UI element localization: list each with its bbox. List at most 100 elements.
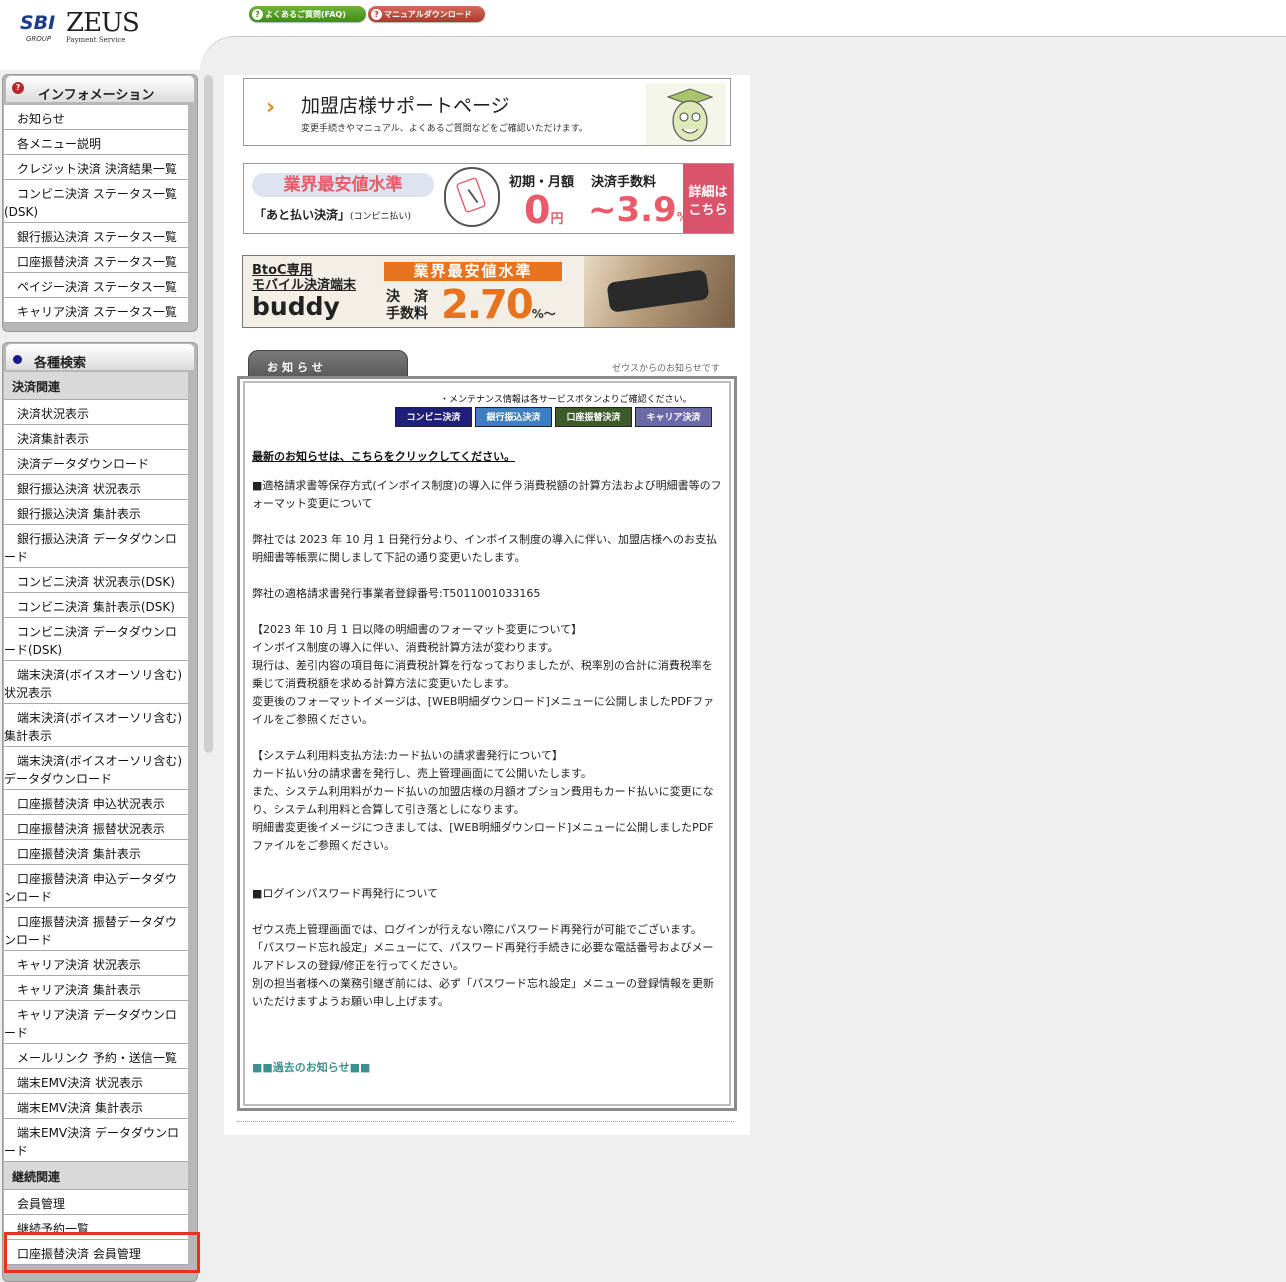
divider (237, 1121, 734, 1122)
header-band (200, 36, 1286, 71)
menu-item-member-management[interactable]: 会員管理 (4, 1190, 188, 1215)
menu-item-search[interactable]: メールリンク 予約・送信一覧 (4, 1044, 188, 1069)
menu-item-search[interactable]: 端末決済(ボイスオーソリ含む)状況表示 (4, 661, 188, 704)
b3-value: 2.70 (441, 282, 534, 328)
chevron-right-icon: › (266, 95, 276, 120)
menu-item-payeasy-status[interactable]: ペイジー決済 ステータス一覧 (4, 273, 188, 298)
b3-unit: %～ (531, 307, 556, 321)
b2-label-fee: 決済手数料 (591, 175, 657, 190)
info-panel-header: ? インフォメーション (6, 76, 194, 103)
tab-news: お知らせ (248, 350, 408, 378)
sidebar-scrollbar[interactable] (204, 75, 213, 753)
section-payment: 決済関連 (4, 372, 188, 400)
menu-item-search[interactable]: 端末決済(ボイスオーソリ含む)データダウンロード (4, 747, 188, 790)
b2-value-initial: 0円 (524, 188, 563, 232)
past-news-link[interactable]: ■■過去のお知らせ■■ (252, 1059, 370, 1075)
support-banner-title: 加盟店様サポートページ (301, 95, 510, 117)
notice-paragraph: ■ログインパスワード再発行について (252, 887, 439, 900)
account-transfer-service-button[interactable]: 口座振替決済 (555, 407, 632, 427)
terminal-photo (584, 256, 734, 327)
menu-item-search[interactable]: 銀行振込決済 データダウンロード (4, 525, 188, 568)
zeus-logo[interactable]: SBI ZEUS GROUP Payment Service (20, 8, 140, 48)
maintenance-note: ・メンテナンス情報は各サービスボタンよりご確認ください。 (440, 395, 692, 405)
b2-sub-main: 「あと払い決済」 (254, 208, 351, 222)
menu-item-search[interactable]: 銀行振込決済 状況表示 (4, 475, 188, 500)
menu-item-menu-guide[interactable]: 各メニュー説明 (4, 130, 188, 155)
logo-group: GROUP (26, 35, 52, 43)
b2-value2: ~3.9 (588, 190, 677, 230)
menu-item-search[interactable]: キャリア決済 状況表示 (4, 951, 188, 976)
b2-value-fee: ~3.9% (588, 190, 689, 230)
b3-line2: モバイル決済端末 (252, 278, 357, 293)
menu-item-news[interactable]: お知らせ (4, 105, 188, 130)
info-panel-title: インフォメーション (38, 88, 155, 103)
question-icon: ? (12, 82, 24, 94)
menu-item-search[interactable]: 決済集計表示 (4, 425, 188, 450)
menu-item-search[interactable]: 決済状況表示 (4, 400, 188, 425)
header: SBI ZEUS GROUP Payment Service ? よくあるご質問… (0, 0, 1286, 71)
menu-item-search[interactable]: 口座振替決済 振替データダウンロード (4, 908, 188, 951)
buddy-banner[interactable]: BtoC専用 モバイル決済端末 buddy 業界最安値水準 決 済手数料 2.70… (242, 255, 735, 328)
b2-sub-small: (コンビニ払い) (350, 212, 412, 222)
details-line1: 詳細は (688, 185, 728, 200)
phone-pen-icon (444, 167, 500, 227)
b3-label-line2: 手数料 (386, 306, 428, 322)
faq-button[interactable]: ? よくあるご質問(FAQ) (249, 6, 366, 22)
question-icon: ? (252, 8, 263, 20)
menu-item-carrier-status[interactable]: キャリア決済 ステータス一覧 (4, 298, 188, 323)
b2-value1: 0 (524, 188, 551, 232)
support-page-banner[interactable]: › 加盟店様サポートページ 変更手続きやマニュアル、よくあるご質問などをご確認い… (243, 78, 731, 146)
latest-news-link[interactable]: 最新のお知らせは、こちらをクリックしてください。 (252, 448, 515, 464)
menu-item-account-transfer-status[interactable]: 口座振替決済 ステータス一覧 (4, 248, 188, 273)
section-continuous: 継続関連 (4, 1162, 188, 1190)
menu-item-search[interactable]: コンビニ決済 状況表示(DSK) (4, 568, 188, 593)
convenience-service-button[interactable]: コンビニ決済 (395, 407, 472, 427)
menu-item-search[interactable]: キャリア決済 集計表示 (4, 976, 188, 1001)
support-banner-subtitle: 変更手続きやマニュアル、よくあるご質問などをご確認いただけます。 (301, 124, 588, 134)
menu-item-search[interactable]: 端末EMV決済 データダウンロード (4, 1119, 188, 1162)
notice-paragraph: 【2023 年 10 月 1 日以降の明細書のフォーマット変更について】 インボ… (252, 623, 715, 726)
menu-item-search[interactable]: 口座振替決済 申込データダウンロード (4, 865, 188, 908)
b2-subtitle: 「あと払い決済」(コンビニ払い) (254, 206, 411, 223)
manual-download-button[interactable]: ? マニュアルダウンロード (368, 6, 485, 22)
details-button[interactable]: 詳細は こちら (683, 164, 733, 233)
b3-product-name: buddy (252, 292, 340, 321)
menu-item-search[interactable]: 銀行振込決済 集計表示 (4, 500, 188, 525)
carrier-service-button[interactable]: キャリア決済 (635, 407, 712, 427)
terminal-device-icon (606, 269, 710, 313)
menu-item-search[interactable]: コンビニ決済 データダウンロード(DSK) (4, 618, 188, 661)
menu-item-search[interactable]: 決済データダウンロード (4, 450, 188, 475)
b3-label-line1: 決 済 (386, 289, 428, 305)
menu-item-credit-results[interactable]: クレジット決済 決済結果一覧 (4, 155, 188, 180)
menu-item-search[interactable]: 口座振替決済 申込状況表示 (4, 790, 188, 815)
menu-item-search[interactable]: キャリア決済 データダウンロード (4, 1001, 188, 1044)
menu-item-bank-transfer-status[interactable]: 銀行振込決済 ステータス一覧 (4, 223, 188, 248)
tab-news-label: お知らせ (267, 361, 327, 374)
menu-item-convenience-status[interactable]: コンビニ決済 ステータス一覧(DSK) (4, 180, 188, 223)
notice-paragraph: ■適格請求書等保存方式(インボイス制度)の導入に伴う消費税額の計算方法および明細… (252, 479, 722, 510)
question-icon: ? (371, 8, 382, 20)
notice-paragraph: 弊社の適格請求書発行事業者登録番号:T5011001033165 (252, 587, 541, 600)
details-line2: こちら (688, 203, 728, 218)
menu-item-search[interactable]: 端末EMV決済 集計表示 (4, 1094, 188, 1119)
menu-item-search[interactable]: 端末決済(ボイスオーソリ含む)集計表示 (4, 704, 188, 747)
menu-item-search[interactable]: コンビニ決済 集計表示(DSK) (4, 593, 188, 618)
mascot-icon (646, 83, 726, 145)
atobarai-banner[interactable]: 業界最安値水準 「あと払い決済」(コンビニ払い) 初期・月額 決済手数料 0円 … (243, 163, 734, 234)
b2-unit1: 円 (550, 212, 564, 227)
menu-item-search[interactable]: 端末EMV決済 状況表示 (4, 1069, 188, 1094)
search-panel-title: 各種検索 (34, 356, 87, 371)
faq-button-label: よくあるご質問(FAQ) (265, 9, 346, 19)
menu-item-search[interactable]: 口座振替決済 集計表示 (4, 840, 188, 865)
selection-highlight (4, 1232, 200, 1273)
logo-sbi: SBI (20, 12, 56, 34)
tab-note: ゼウスからのお知らせです (612, 364, 720, 374)
b3-fee-label: 決 済手数料 (386, 289, 428, 323)
bank-transfer-service-button[interactable]: 銀行振込決済 (475, 407, 552, 427)
bullet-icon (13, 355, 22, 364)
menu-item-search[interactable]: 口座振替決済 振替状況表示 (4, 815, 188, 840)
notice-paragraph: 弊社では 2023 年 10 月 1 日発行分より、インボイス制度の導入に伴い、… (252, 533, 717, 564)
b3-fee-value: 2.70%～ (441, 282, 556, 328)
notice-paragraph: 【システム利用料支払方法:カード払いの請求書発行について】 カード払い分の請求書… (252, 749, 714, 852)
logo-zeus: ZEUS (66, 8, 140, 38)
